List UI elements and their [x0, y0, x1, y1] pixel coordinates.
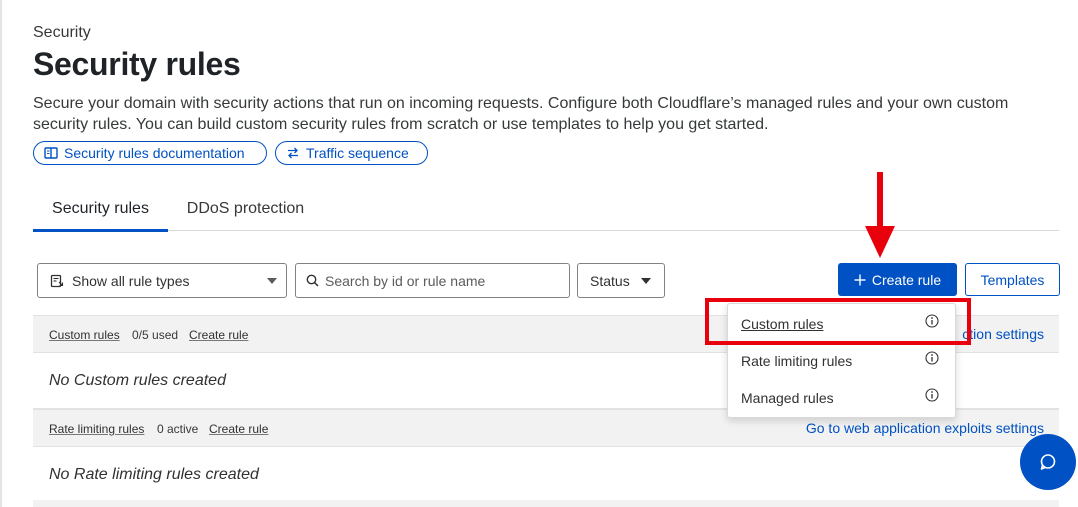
traffic-link-label: Traffic sequence: [306, 145, 409, 161]
create-rule-dropdown-menu: Custom rules Rate limiting rules Managed…: [727, 303, 956, 418]
security-rules-documentation-link[interactable]: Security rules documentation: [33, 141, 267, 165]
menu-item-label: Custom rules: [741, 316, 824, 332]
empty-state-text: No Custom rules created: [49, 372, 226, 389]
rule-type-select[interactable]: Show all rule types: [37, 263, 287, 298]
page-description: Secure your domain with security actions…: [33, 95, 1009, 133]
swap-icon: [286, 146, 300, 160]
chat-icon: [1038, 452, 1058, 472]
traffic-sequence-link[interactable]: Traffic sequence: [275, 141, 428, 165]
section-name[interactable]: Custom rules: [49, 328, 120, 342]
book-icon: [44, 146, 58, 160]
empty-state-text: No Rate limiting rules created: [49, 466, 259, 483]
menu-item-rate-limiting-rules[interactable]: Rate limiting rules: [728, 342, 955, 379]
search-icon: [306, 274, 319, 287]
create-rule-label: Create rule: [871, 271, 942, 288]
empty-state-row: No Rate limiting rules created: [33, 447, 1059, 503]
search-input[interactable]: Search by id or rule name: [295, 263, 570, 298]
section-settings-link[interactable]: ction settings: [962, 326, 1044, 342]
menu-item-custom-rules[interactable]: Custom rules: [728, 305, 955, 342]
section-settings-link[interactable]: Go to web application exploits settings: [806, 420, 1044, 436]
tab-ddos-protection[interactable]: DDoS protection: [173, 188, 318, 229]
arrow-down-icon: [863, 172, 897, 265]
left-divider: [0, 0, 2, 507]
tab-bar: Security rules DDoS protection: [33, 188, 1059, 232]
search-placeholder: Search by id or rule name: [325, 272, 486, 289]
tab-security-rules[interactable]: Security rules: [33, 188, 168, 232]
rule-type-icon: [50, 274, 64, 288]
templates-button[interactable]: Templates: [965, 263, 1060, 296]
chat-support-button[interactable]: [1020, 434, 1076, 490]
menu-item-label: Rate limiting rules: [741, 353, 853, 369]
status-label: Status: [590, 272, 630, 289]
status-filter[interactable]: Status: [577, 263, 665, 298]
info-icon[interactable]: [925, 314, 939, 331]
section-create-rule-link[interactable]: Create rule: [209, 422, 268, 436]
caret-down-icon: [641, 278, 651, 284]
bottom-strip: [33, 500, 1059, 507]
breadcrumb: Security: [33, 24, 91, 41]
menu-item-managed-rules[interactable]: Managed rules: [728, 379, 955, 416]
section-count: 0/5 used: [132, 328, 179, 342]
section-name[interactable]: Rate limiting rules: [49, 422, 144, 436]
info-icon[interactable]: [925, 388, 939, 405]
create-rule-button[interactable]: Create rule: [838, 263, 957, 296]
menu-item-label: Managed rules: [741, 390, 834, 406]
rule-type-value: Show all rule types: [72, 272, 190, 289]
caret-down-icon: [267, 278, 277, 284]
doc-link-label: Security rules documentation: [64, 145, 245, 161]
page-title: Security rules: [33, 46, 241, 82]
info-icon[interactable]: [925, 351, 939, 368]
plus-icon: [854, 274, 866, 286]
section-count: 0 active: [157, 422, 199, 436]
section-create-rule-link[interactable]: Create rule: [189, 328, 248, 342]
